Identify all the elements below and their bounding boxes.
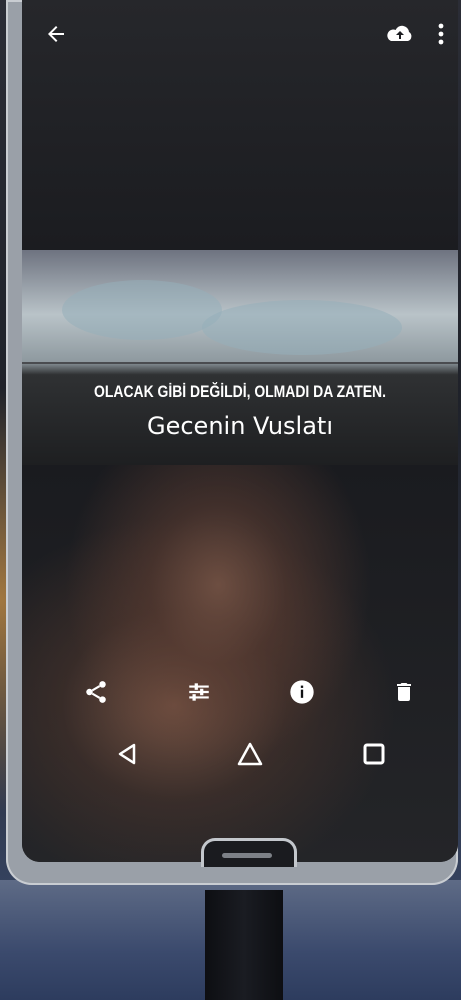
back-button[interactable]: [34, 12, 78, 56]
cloud-shape: [62, 280, 222, 340]
usb-cable: [205, 890, 283, 1000]
info-button[interactable]: [285, 675, 319, 709]
phone-screen: OLACAK GİBİ DEĞİLDİ, OLMADI DA ZATEN. Ge…: [22, 0, 458, 862]
quote-text: OLACAK GİBİ DEĞİLDİ, OLMADI DA ZATEN.: [94, 382, 386, 401]
system-nav-bar: [22, 737, 458, 771]
more-vertical-icon: [438, 23, 444, 45]
more-options-button[interactable]: [428, 12, 454, 56]
nav-home-button[interactable]: [233, 737, 267, 771]
delete-icon: [397, 683, 411, 701]
nav-recents-button[interactable]: [357, 737, 391, 771]
edit-icon: [189, 683, 209, 701]
hand-reflection: [22, 465, 458, 862]
info-icon: [290, 680, 314, 704]
home-icon: [237, 742, 263, 766]
upload-button[interactable]: [378, 12, 422, 56]
speaker-slot: [222, 853, 272, 858]
cloud-upload-icon: [387, 25, 412, 41]
top-toolbar: [22, 12, 458, 56]
edit-button[interactable]: [182, 675, 216, 709]
share-button[interactable]: [79, 675, 113, 709]
phone-body: OLACAK GİBİ DEĞİLDİ, OLMADI DA ZATEN. Ge…: [6, 0, 458, 885]
delete-button[interactable]: [387, 675, 421, 709]
back-triangle-icon: [118, 743, 136, 765]
cloud-shape: [202, 300, 402, 355]
share-icon: [86, 681, 106, 703]
recents-icon: [363, 743, 385, 765]
quote-image: OLACAK GİBİ DEĞİLDİ, OLMADI DA ZATEN. Ge…: [22, 250, 458, 465]
horizon-line: [22, 362, 458, 364]
nav-back-button[interactable]: [110, 737, 144, 771]
image-action-bar: [22, 675, 458, 709]
quote-author: Gecenin Vuslatı: [147, 412, 333, 440]
arrow-left-icon: [48, 26, 64, 42]
